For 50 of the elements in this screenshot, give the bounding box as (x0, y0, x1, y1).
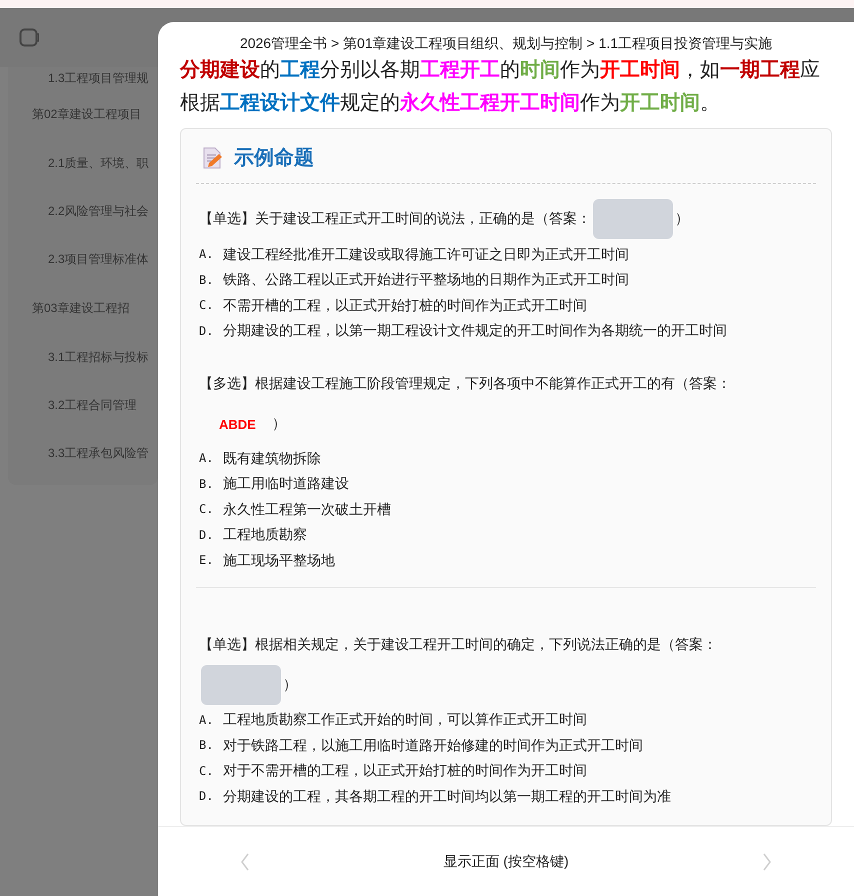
option-letter: B. (199, 272, 214, 289)
option-text: 永久性工程第一次破土开槽 (223, 500, 391, 519)
card-title: 示例命题 (234, 146, 314, 171)
option-text: 施工现场平整场地 (223, 550, 335, 570)
closing-paren: ） (283, 676, 297, 692)
answer-text: ABDE (219, 416, 256, 434)
section-item[interactable]: 3.2工程合同管理 (8, 381, 158, 429)
show-front-button[interactable]: 显示正面 (按空格键) (443, 851, 569, 872)
option-text: 对于不需开槽的工程，以正式开始打桩的时间作为开工时间 (223, 761, 587, 780)
option-letter: B. (199, 476, 214, 493)
section-item[interactable]: 2.3项目管理标准体 (8, 235, 158, 283)
section-item[interactable]: 3.3工程承包风险管 (8, 429, 158, 477)
section-item[interactable]: 2.2风险管理与社会 (8, 187, 158, 235)
option-text: 分期建设的工程，以第一期工程设计文件规定的开工时间作为各期统一的开工时间 (223, 321, 727, 340)
hidden-answer-block[interactable] (201, 665, 281, 706)
question-stem: 【单选】根据相关规定，关于建设工程开工时间的确定，下列说法正确的是（答案： (199, 636, 717, 652)
option-text: 既有建筑物拆除 (223, 448, 321, 468)
option-text: 对于铁路工程，以施工用临时道路开始修建的时间作为正式开工时间 (223, 736, 643, 755)
option-letter: C. (199, 501, 214, 518)
question-stem: 【多选】根据建设工程施工阶段管理规定，下列各项中不能算作正式开工的有（答案： (199, 375, 731, 392)
chapter-item[interactable]: 第02章建设工程项目 (8, 89, 158, 139)
option-letter: D. (199, 322, 214, 340)
option-text: 分期建设的工程，其各期工程的开工时间均以第一期工程的开工时间为准 (223, 786, 671, 806)
option-text: 建设工程经批准开工建设或取得施工许可证之日即为正式开工时间 (223, 244, 629, 264)
document-pencil-icon (202, 147, 222, 169)
option-text: 工程地质勘察 (223, 525, 307, 544)
option-text: 铁路、公路工程以正式开始进行平整场地的日期作为正式开工时间 (223, 270, 629, 290)
option-text: 工程地质勘察工作正式开始的时间，可以算作正式开工时间 (223, 710, 587, 730)
highlighted-paragraph: 分期建设的工程分别以各期工程开工的时间作为开工时间，如一期工程应根据工程设计文件规定的永久性工程开工时间作为开工时间。 (180, 58, 821, 116)
closing-paren: ） (272, 415, 286, 432)
option-letter: A. (199, 712, 214, 729)
breadcrumb: 2026管理全书 > 第01章建设工程项目组织、规划与控制 > 1.1工程项目投资管理与实施 (238, 34, 774, 53)
option-letter: C. (199, 297, 214, 314)
section-item[interactable]: 2.1质量、环境、职 (8, 139, 158, 187)
checkbox-icon[interactable] (19, 28, 39, 48)
hidden-answer-block[interactable] (593, 199, 673, 240)
section-item[interactable]: 1.3工程项目管理规 (8, 67, 158, 89)
question-stem: 【单选】关于建设工程正式开工时间的说法，正确的是（答案： (199, 210, 591, 226)
option-letter: C. (199, 762, 214, 780)
option-letter: A. (199, 450, 214, 468)
option-text: 不需开槽的工程，以正式开始打桩的时间作为正式开工时间 (223, 296, 587, 315)
chapter-item[interactable]: 第03章建设工程招 (8, 283, 158, 333)
option-text: 施工用临时道路建设 (223, 474, 349, 494)
option-letter: B. (199, 737, 214, 754)
section-item[interactable]: 3.1工程招标与投标 (8, 333, 158, 381)
closing-paren: ） (675, 210, 689, 226)
option-letter: E. (199, 552, 214, 570)
option-letter: D. (199, 788, 214, 806)
option-letter: A. (199, 246, 214, 264)
option-letter: D. (199, 526, 214, 544)
